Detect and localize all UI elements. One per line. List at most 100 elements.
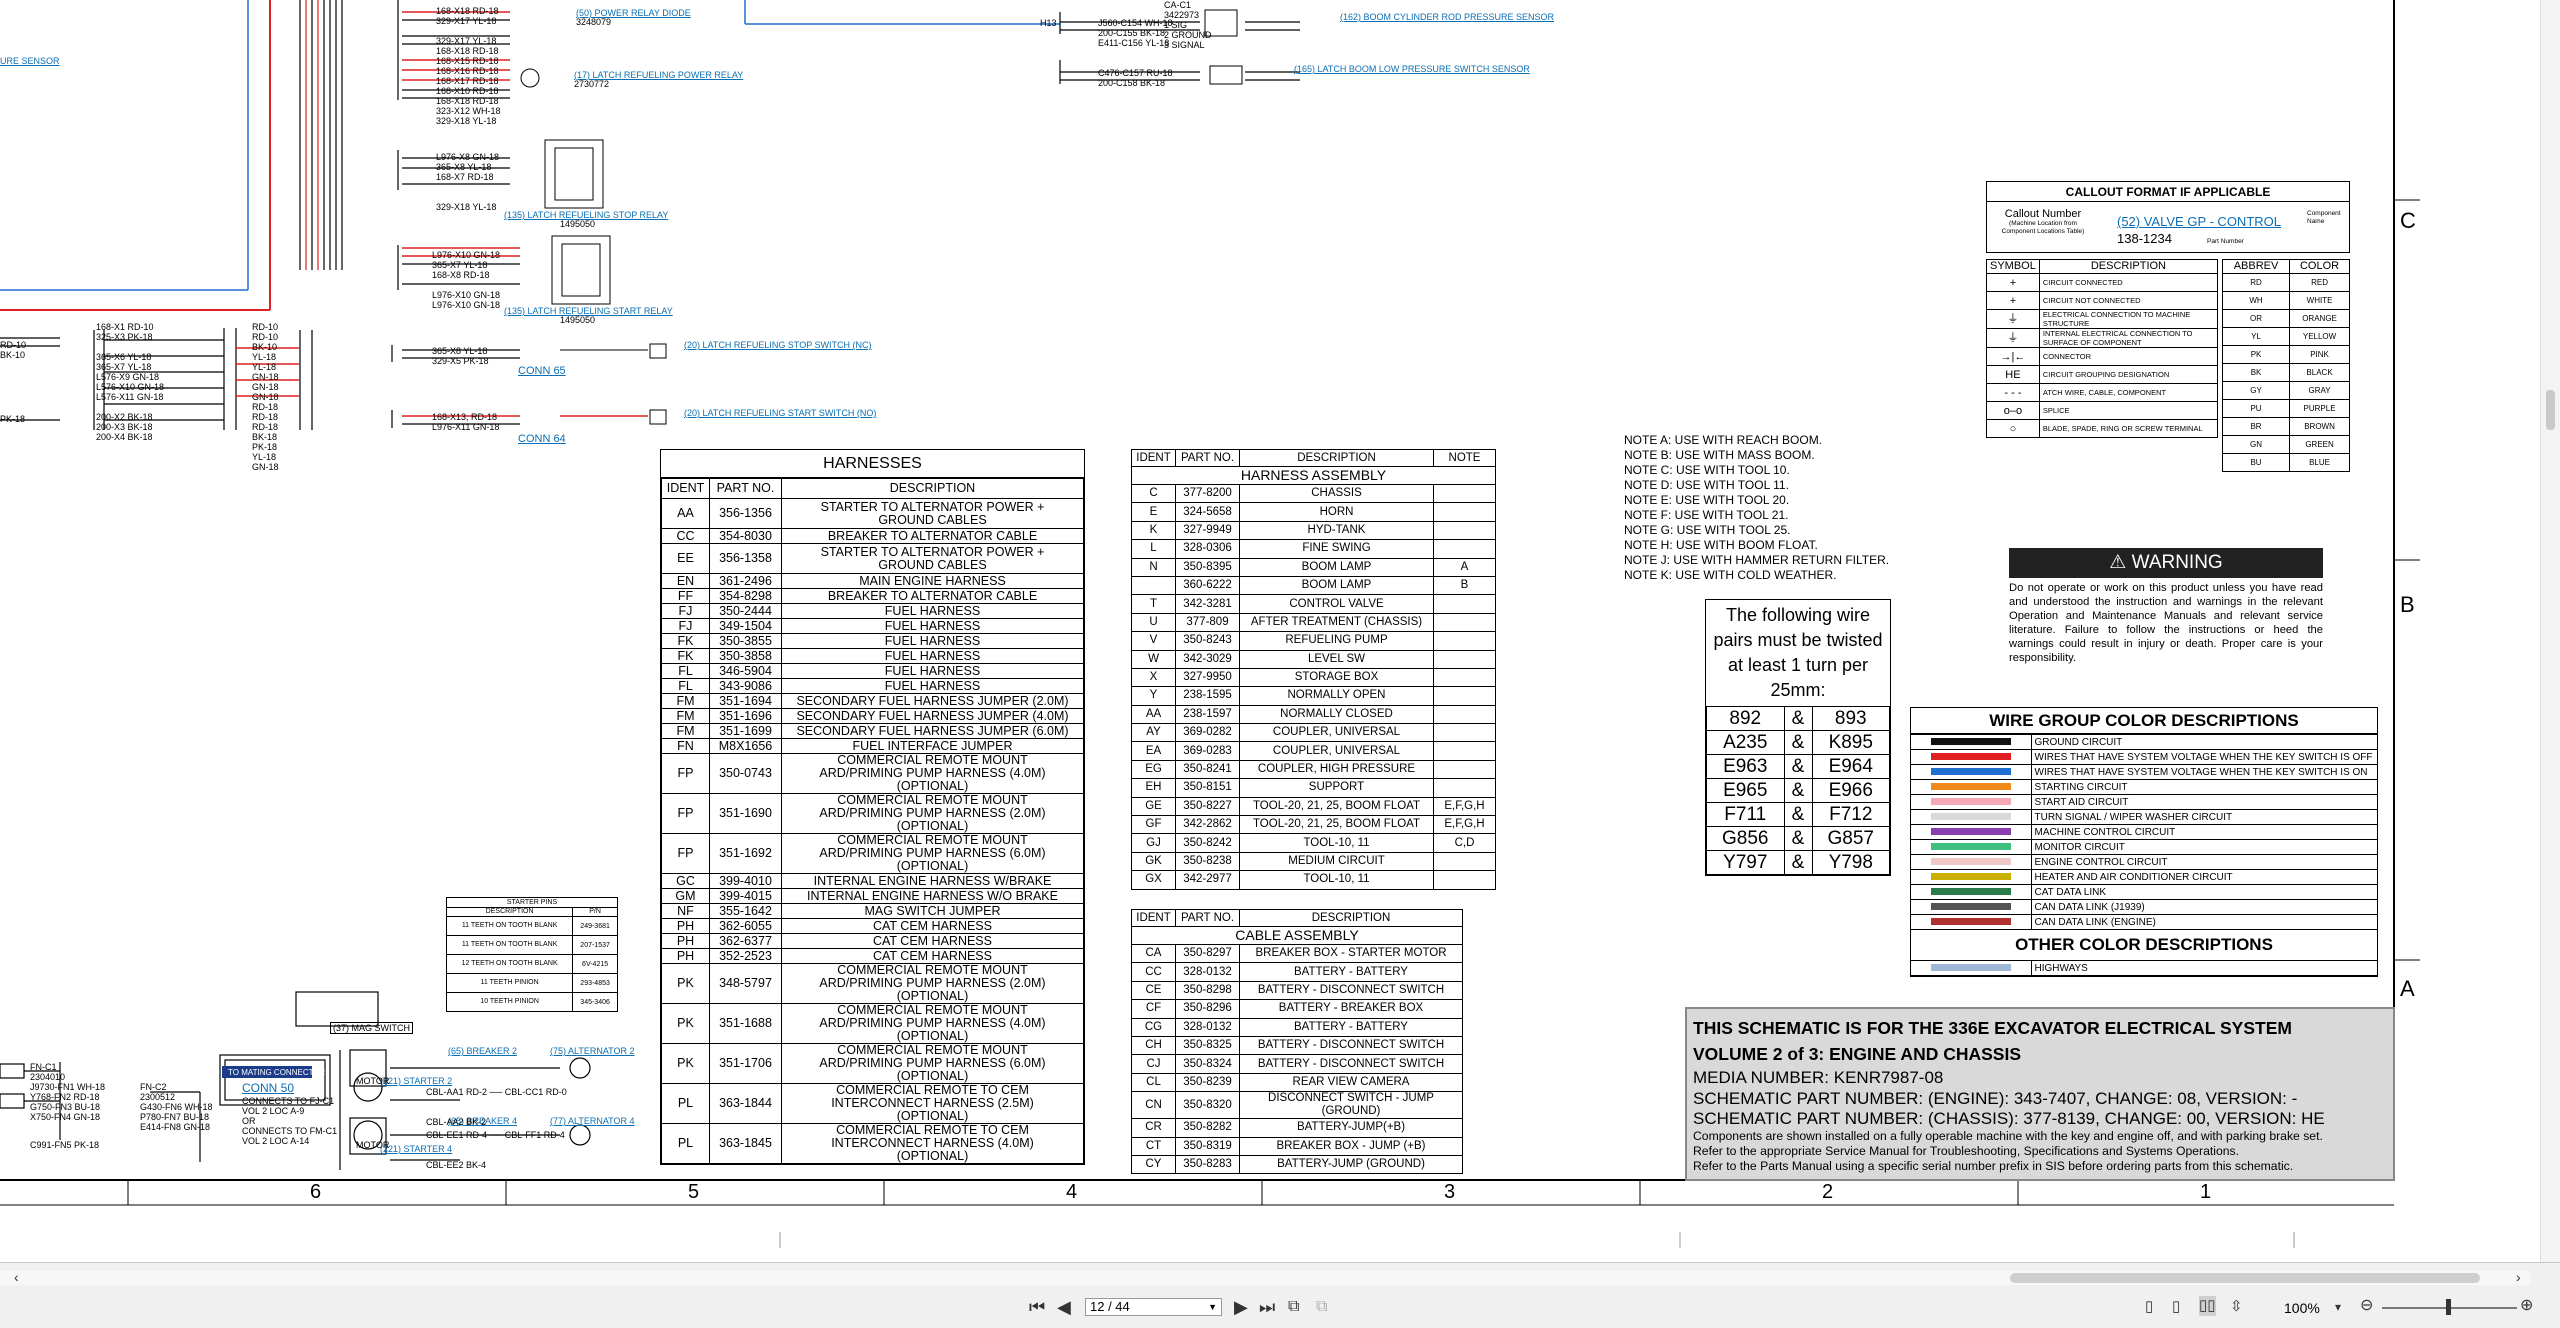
pair-a: 892	[1706, 706, 1785, 731]
callout-example[interactable]: (52) VALVE GP - CONTROL	[2117, 214, 2281, 229]
part-cell: 350-8241	[1175, 759, 1240, 780]
vertical-scrollbar[interactable]	[2540, 0, 2560, 1262]
desc-cell: REAR VIEW CAMERA	[1239, 1072, 1463, 1093]
viewer-toolbar: ‹ › ⏮ ◀ 12 / 44 ▼ ▶ ⏭ ⧉ ⧉ ▯ ▯ ▯▯ ⇳ 100% ▾…	[0, 1262, 2560, 1328]
part-cell: 327-9949	[1175, 520, 1240, 541]
color-swatch	[1930, 813, 2011, 821]
color-row: GN GREEN	[2221, 435, 2350, 454]
ident-cell: EG	[1131, 759, 1176, 780]
desc-cell: FUEL HARNESS	[781, 618, 1084, 634]
col-header: IDENT	[1131, 449, 1176, 467]
color-name: PURPLE	[2289, 399, 2350, 418]
continuous-page-icon[interactable]: ▯	[2172, 1297, 2180, 1317]
ident-cell: V	[1131, 631, 1176, 651]
color-swatch	[1930, 903, 2011, 911]
first-page-icon[interactable]: ⏮	[1029, 1297, 1045, 1317]
rotate-icon[interactable]: ⧉	[1288, 1297, 1299, 1317]
conn65-label[interactable]: CONN 65	[518, 366, 566, 377]
scroll-right-icon[interactable]: ›	[2516, 1267, 2521, 1287]
ident-cell: AA	[1131, 704, 1176, 725]
ampersand: &	[1783, 730, 1813, 755]
scroll-left-icon[interactable]: ‹	[14, 1267, 19, 1287]
zoom-level[interactable]: 100%	[2284, 1300, 2320, 1316]
part-cell: 399-4010	[709, 873, 782, 889]
twisted-pair-row: 892 & 893	[1706, 706, 1890, 731]
symbol-desc: ELECTRICAL CONNECTION TO MACHINE STRUCTU…	[2038, 309, 2219, 329]
low-pressure-switch-label[interactable]: (165) LATCH BOOM LOW PRESSURE SWITCH SEN…	[1294, 64, 1530, 74]
wire-group-row: ENGINE CONTROL CIRCUIT	[1911, 854, 2377, 870]
table-row: EH 350-8151 SUPPORT	[1131, 778, 1496, 798]
wire-group-desc: CAN DATA LINK (ENGINE)	[2030, 914, 2377, 930]
conn50-label[interactable]: CONN 50	[242, 1082, 294, 1094]
wire-group-row: MONITOR CIRCUIT	[1911, 839, 2377, 855]
stop-switch-label[interactable]: (20) LATCH REFUELING STOP SWITCH (NC)	[684, 340, 872, 350]
ident-cell: AY	[1131, 723, 1176, 743]
title-note: Components are shown installed on a full…	[1693, 1129, 2323, 1143]
pair-a: F711	[1706, 802, 1785, 827]
table-row: CL 350-8239 REAR VIEW CAMERA	[1131, 1072, 1463, 1093]
h-scroll-thumb[interactable]	[2010, 1273, 2480, 1283]
ident-cell: GF	[1131, 815, 1176, 835]
table-row: EG 350-8241 COUPLER, HIGH PRESSURE	[1131, 759, 1496, 780]
part-cell: 369-0283	[1175, 741, 1240, 761]
note-cell	[1433, 870, 1496, 890]
ident-cell: X	[1131, 667, 1176, 688]
desc-cell: BATTERY - BREAKER BOX	[1239, 999, 1463, 1019]
chevron-down-icon[interactable]: ▼	[1208, 1299, 1217, 1315]
rotate-alt-icon[interactable]: ⧉	[1316, 1297, 1327, 1317]
fit-icon[interactable]: ⇳	[2230, 1297, 2243, 1317]
starter2-label[interactable]: (221) STARTER 2	[380, 1076, 452, 1086]
pair-b: G857	[1811, 826, 1890, 851]
ident-cell: CH	[1131, 1035, 1176, 1056]
wire-labels: CBL-EE1 RD-4 ── CBL-FF1 RD-4 CBL-EE2 BK-4	[426, 1130, 565, 1170]
pressure-sensor-label[interactable]: (162) BOOM CYLINDER ROD PRESSURE SENSOR	[1340, 12, 1554, 22]
twisted-pairs-title: The following wire pairs must be twisted…	[1713, 605, 1883, 700]
single-page-icon[interactable]: ▯	[2145, 1297, 2153, 1317]
start-switch-label[interactable]: (20) LATCH REFUELING START SWITCH (NO)	[684, 408, 876, 418]
zoom-slider-thumb[interactable]	[2446, 1299, 2451, 1315]
col-header: NOTE	[1433, 449, 1496, 467]
table-row: CE 350-8298 BATTERY - DISCONNECT SWITCH	[1131, 980, 1463, 1001]
next-page-icon[interactable]: ▶	[1234, 1297, 1248, 1317]
wire-labels: CBL-AA1 RD-2 ── CBL-CC1 RD-0 CBL-AA2 BK-2	[426, 1087, 567, 1127]
ident-cell: FJ	[661, 603, 710, 619]
part-cell: M8X1656	[709, 738, 782, 754]
zoom-in-icon[interactable]: ⊕	[2520, 1296, 2533, 1316]
conn64-label[interactable]: CONN 64	[518, 434, 566, 445]
ident-cell: EN	[661, 573, 710, 589]
note-line: NOTE G: USE WITH TOOL 25.	[1624, 523, 1791, 537]
part-cell: 350-8324	[1175, 1054, 1240, 1074]
prev-page-icon[interactable]: ◀	[1057, 1297, 1071, 1317]
desc-cell: SECONDARY FUEL HARNESS JUMPER (4.0M)	[781, 708, 1084, 724]
note-cell	[1433, 520, 1496, 541]
ident-cell: CC	[1131, 962, 1176, 982]
color-row: PK PINK	[2221, 345, 2350, 364]
ident-cell: GK	[1131, 851, 1176, 872]
part-cell: 350-8282	[1175, 1118, 1240, 1138]
breaker2-label[interactable]: (65) BREAKER 2	[448, 1046, 517, 1056]
horizontal-scrollbar[interactable]: ‹ ›	[0, 1269, 2530, 1285]
page-number-field[interactable]: 12 / 44 ▼	[1085, 1298, 1222, 1316]
wire-group-desc: MACHINE CONTROL CIRCUIT	[2030, 824, 2377, 840]
table-row: GX 342-2977 TOOL-10, 11	[1131, 870, 1496, 890]
zoom-out-icon[interactable]: ⊖	[2360, 1296, 2373, 1316]
wire-labels: 365-X8 YL-18 329-X5 PK-18	[432, 346, 489, 366]
wire-labels: L976-X10 GN-18 365-X7 YL-18 168-X8 RD-18 L9…	[432, 250, 501, 310]
desc-cell: SECONDARY FUEL HARNESS JUMPER (6.0M)	[781, 723, 1084, 739]
scroll-thumb[interactable]	[2546, 390, 2555, 430]
col-header: IDENT	[661, 478, 710, 499]
last-page-icon[interactable]: ⏭	[1259, 1297, 1275, 1317]
color-abbrev: BU	[2221, 453, 2291, 472]
col-header: PART NO.	[1175, 909, 1240, 927]
warning-box: ⚠ WARNING Do not operate or work on this…	[2009, 548, 2323, 665]
table-row: GK 350-8238 MEDIUM CIRCUIT	[1131, 851, 1496, 872]
desc-cell: STARTER TO ALTERNATOR POWER + GROUND CAB…	[781, 498, 1084, 529]
symbol-glyph: ⏚	[1986, 328, 2040, 348]
desc-cell: FUEL HARNESS	[781, 603, 1084, 619]
note-cell	[1433, 631, 1496, 651]
part-cell: 350-3855	[709, 633, 782, 649]
two-page-icon[interactable]: ▯▯	[2199, 1296, 2216, 1316]
alternator2-label[interactable]: (75) ALTERNATOR 2	[550, 1046, 635, 1056]
ident-cell: CL	[1131, 1072, 1176, 1093]
chevron-down-icon[interactable]: ▾	[2335, 1297, 2341, 1317]
